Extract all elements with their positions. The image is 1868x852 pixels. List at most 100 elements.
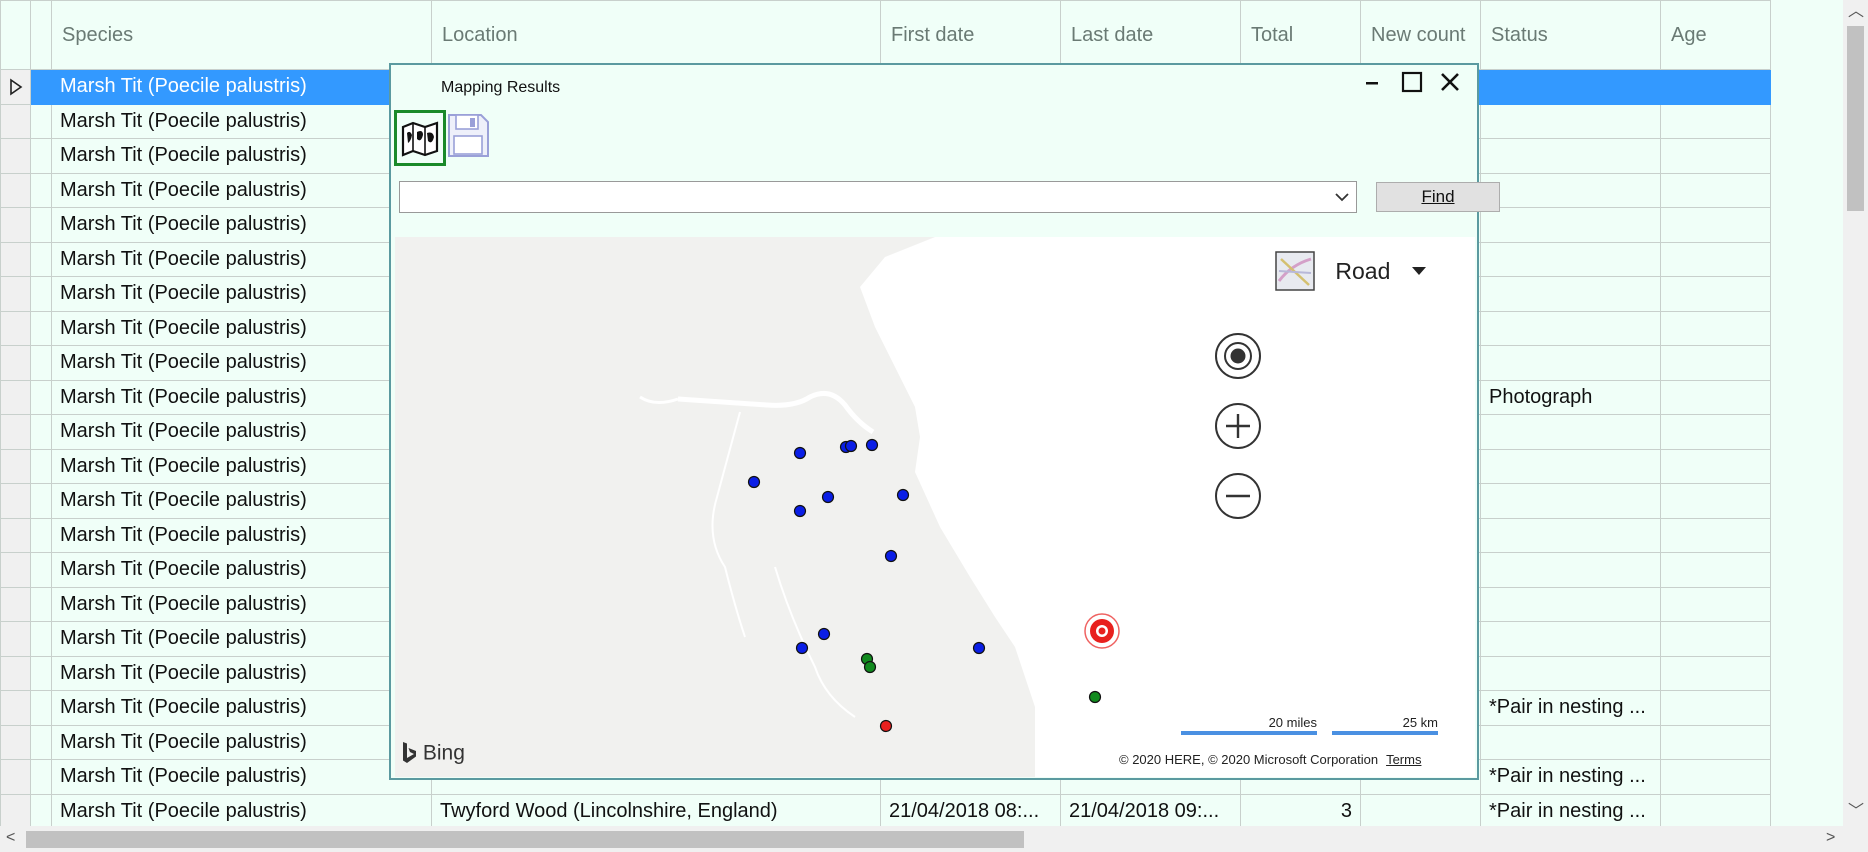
- row-header[interactable]: [0, 414, 31, 450]
- map-pin-red[interactable]: [879, 719, 893, 733]
- cell-age[interactable]: [1660, 517, 1771, 553]
- cell-age[interactable]: [1660, 759, 1771, 795]
- row-indicator[interactable]: [30, 483, 52, 519]
- scroll-right-icon[interactable]: >: [1826, 830, 1835, 846]
- cell-status[interactable]: *Pair in nesting ...: [1480, 759, 1661, 795]
- cell-age[interactable]: [1660, 724, 1771, 760]
- map-pin-blue[interactable]: [817, 627, 831, 641]
- cell-age[interactable]: [1660, 793, 1771, 826]
- cell-age[interactable]: [1660, 69, 1771, 105]
- map-pin-blue[interactable]: [793, 504, 807, 518]
- chevron-down-icon[interactable]: [1334, 186, 1350, 206]
- cell-new-count[interactable]: [1360, 793, 1481, 826]
- cell-status[interactable]: *Pair in nesting ...: [1480, 793, 1661, 826]
- cell-status[interactable]: [1480, 621, 1661, 657]
- cell-species[interactable]: Marsh Tit (Poecile palustris): [51, 655, 432, 691]
- row-indicator[interactable]: [30, 655, 52, 691]
- cell-species[interactable]: Marsh Tit (Poecile palustris): [51, 345, 432, 381]
- cell-age[interactable]: [1660, 483, 1771, 519]
- row-indicator[interactable]: [30, 103, 52, 139]
- row-header[interactable]: [0, 345, 31, 381]
- col-header-first-date[interactable]: First date: [880, 0, 1061, 70]
- cell-status[interactable]: [1480, 172, 1661, 208]
- row-header[interactable]: [0, 310, 31, 346]
- row-header[interactable]: [0, 655, 31, 691]
- cell-species[interactable]: Marsh Tit (Poecile palustris): [51, 69, 432, 105]
- col-header-species[interactable]: Species: [51, 0, 432, 70]
- cell-status[interactable]: *Pair in nesting ...: [1480, 690, 1661, 726]
- cell-species[interactable]: Marsh Tit (Poecile palustris): [51, 483, 432, 519]
- cell-status[interactable]: [1480, 724, 1661, 760]
- row-header[interactable]: [0, 724, 31, 760]
- row-indicator[interactable]: [30, 552, 52, 588]
- cell-status[interactable]: [1480, 310, 1661, 346]
- cell-age[interactable]: [1660, 276, 1771, 312]
- row-header[interactable]: [0, 379, 31, 415]
- map-pin-blue[interactable]: [896, 488, 910, 502]
- cell-age[interactable]: [1660, 552, 1771, 588]
- map-view-button[interactable]: [394, 110, 446, 166]
- row-indicator[interactable]: [30, 759, 52, 795]
- cell-species[interactable]: Marsh Tit (Poecile palustris): [51, 724, 432, 760]
- zoom-out-button[interactable]: [1212, 470, 1264, 522]
- row-indicator[interactable]: [30, 241, 52, 277]
- map-pin-blue[interactable]: [884, 549, 898, 563]
- find-button[interactable]: Find: [1376, 182, 1500, 212]
- cell-status[interactable]: [1480, 414, 1661, 450]
- cell-status[interactable]: [1480, 103, 1661, 139]
- row-header[interactable]: [0, 483, 31, 519]
- cell-last-date[interactable]: 21/04/2018 09:...: [1060, 793, 1241, 826]
- row-indicator[interactable]: [30, 310, 52, 346]
- map-pin-blue[interactable]: [793, 446, 807, 460]
- row-indicator[interactable]: [30, 517, 52, 553]
- cell-age[interactable]: [1660, 448, 1771, 484]
- map-pin-blue[interactable]: [795, 641, 809, 655]
- row-header[interactable]: [0, 138, 31, 174]
- cell-status[interactable]: [1480, 207, 1661, 243]
- cell-species[interactable]: Marsh Tit (Poecile palustris): [51, 172, 432, 208]
- row-indicator[interactable]: [30, 690, 52, 726]
- cell-status[interactable]: [1480, 655, 1661, 691]
- cell-status[interactable]: [1480, 517, 1661, 553]
- cell-species[interactable]: Marsh Tit (Poecile palustris): [51, 759, 432, 795]
- map-style-selector[interactable]: Road: [1275, 251, 1427, 291]
- col-header-total[interactable]: Total: [1240, 0, 1361, 70]
- map-pin-green[interactable]: [1088, 690, 1102, 704]
- cell-age[interactable]: [1660, 690, 1771, 726]
- cell-species[interactable]: Marsh Tit (Poecile palustris): [51, 138, 432, 174]
- cell-age[interactable]: [1660, 310, 1771, 346]
- zoom-in-button[interactable]: [1212, 400, 1264, 452]
- map-pin-blue[interactable]: [747, 475, 761, 489]
- row-header[interactable]: [0, 517, 31, 553]
- cell-species[interactable]: Marsh Tit (Poecile palustris): [51, 241, 432, 277]
- row-header[interactable]: [0, 690, 31, 726]
- vertical-scroll-thumb[interactable]: [1847, 26, 1864, 211]
- minimize-button[interactable]: [1355, 71, 1389, 97]
- cell-species[interactable]: Marsh Tit (Poecile palustris): [51, 621, 432, 657]
- cell-species[interactable]: Marsh Tit (Poecile palustris): [51, 517, 432, 553]
- cell-species[interactable]: Marsh Tit (Poecile palustris): [51, 414, 432, 450]
- cell-species[interactable]: Marsh Tit (Poecile palustris): [51, 793, 432, 826]
- terms-link[interactable]: Terms: [1386, 752, 1421, 767]
- cell-age[interactable]: [1660, 207, 1771, 243]
- cell-species[interactable]: Marsh Tit (Poecile palustris): [51, 586, 432, 622]
- cell-status[interactable]: [1480, 241, 1661, 277]
- cell-status[interactable]: [1480, 276, 1661, 312]
- cell-age[interactable]: [1660, 655, 1771, 691]
- vertical-scrollbar[interactable]: ︿ ﹀: [1843, 0, 1868, 826]
- cell-status[interactable]: [1480, 483, 1661, 519]
- row-header[interactable]: [0, 759, 31, 795]
- close-button[interactable]: [1433, 71, 1467, 99]
- row-header[interactable]: [0, 276, 31, 312]
- cell-status[interactable]: [1480, 552, 1661, 588]
- col-header-age[interactable]: Age: [1660, 0, 1771, 70]
- col-header-new-count[interactable]: New count: [1360, 0, 1481, 70]
- row-indicator[interactable]: [30, 69, 52, 105]
- cell-age[interactable]: [1660, 138, 1771, 174]
- row-header[interactable]: [0, 207, 31, 243]
- row-header[interactable]: [0, 103, 31, 139]
- cell-total[interactable]: 3: [1240, 793, 1361, 826]
- map-view[interactable]: Road Bing 20 miles 25 km © 2020 HERE, © …: [395, 237, 1475, 777]
- cell-species[interactable]: Marsh Tit (Poecile palustris): [51, 690, 432, 726]
- cell-first-date[interactable]: 21/04/2018 08:...: [880, 793, 1061, 826]
